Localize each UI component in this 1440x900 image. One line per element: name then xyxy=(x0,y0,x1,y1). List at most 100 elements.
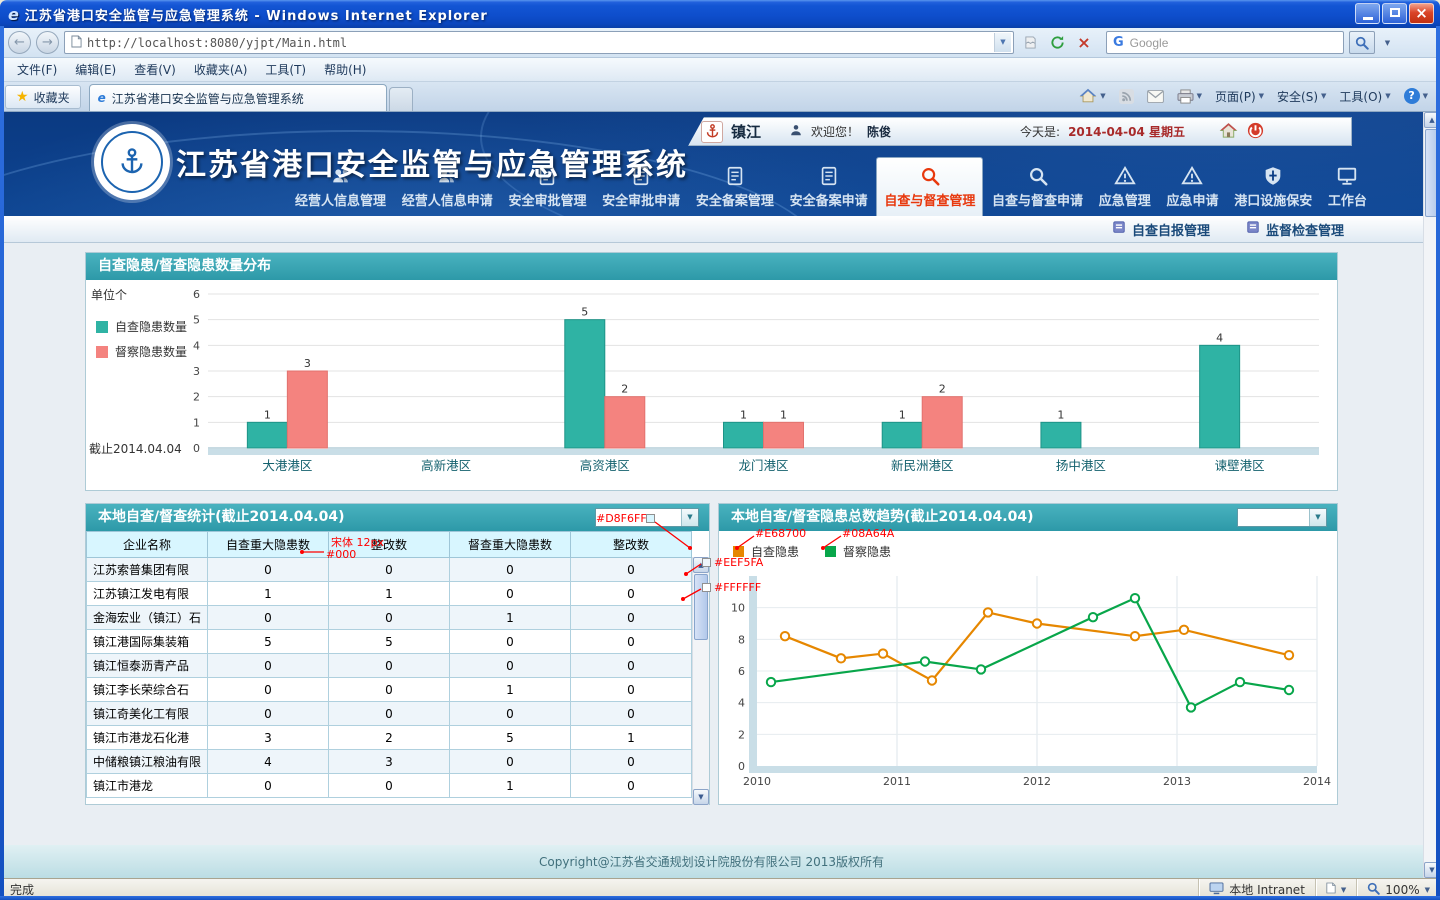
menu-item-5[interactable]: 工具(T) xyxy=(256,58,315,81)
data-point xyxy=(1033,619,1041,627)
bar-segment xyxy=(287,371,327,448)
city-label: 镇江 xyxy=(731,121,761,142)
nav-item-emergency-request[interactable]: 应急申请 xyxy=(1159,158,1225,216)
scroll-down-icon[interactable]: ▼ xyxy=(1424,862,1440,878)
value-cell: 3 xyxy=(329,750,450,774)
nav-item-self-inspection-supervision-request[interactable]: 自查与督查申请 xyxy=(985,158,1090,216)
home-button[interactable]: ▼ xyxy=(1074,83,1110,109)
line-chart-legend: 自查隐患督察隐患 xyxy=(733,543,891,560)
table-row[interactable]: 江苏索普集团有限0000 xyxy=(87,558,692,582)
x-tick-label: 高资港区 xyxy=(580,458,630,473)
search-input[interactable] xyxy=(1130,36,1341,50)
menu-item-2[interactable]: 编辑(E) xyxy=(66,58,125,81)
search-dropdown-arrow[interactable]: ▼ xyxy=(1380,31,1395,54)
nav-item-self-inspection-supervision-management[interactable]: 自查与督查管理 xyxy=(876,157,983,216)
y-tick-label: 2 xyxy=(738,728,745,741)
scrollbar-thumb[interactable] xyxy=(1425,129,1439,217)
value-cell: 0 xyxy=(329,774,450,798)
company-name-cell: 中储粮镇江粮油有限 xyxy=(87,750,208,774)
menu-item-1[interactable]: 文件(F) xyxy=(8,58,66,81)
table-row[interactable]: 镇江市港龙0010 xyxy=(87,774,692,798)
table-row[interactable]: 金海宏业（镇江）石0010 xyxy=(87,606,692,630)
x-tick-label: 龙门港区 xyxy=(738,458,788,473)
scroll-down-icon[interactable]: ▼ xyxy=(693,789,709,805)
table-row[interactable]: 镇江市港龙石化港3251 xyxy=(87,726,692,750)
table-row[interactable]: 镇江奇美化工有限0000 xyxy=(87,702,692,726)
warning-icon xyxy=(1181,163,1203,187)
forward-button[interactable]: → xyxy=(36,31,59,54)
nav-item-safety-record-management[interactable]: 安全备案管理 xyxy=(689,158,781,216)
value-cell: 0 xyxy=(450,582,571,606)
tab-title: 江苏省港口安全监管与应急管理系统 xyxy=(112,90,304,107)
close-button[interactable]: × xyxy=(1409,3,1434,24)
column-header: 自查重大隐患数 xyxy=(208,532,329,558)
chevron-down-icon[interactable]: ▼ xyxy=(1341,886,1346,894)
nav-item-emergency-management[interactable]: 应急管理 xyxy=(1092,158,1158,216)
table-row[interactable]: 镇江李长荣综合石0010 xyxy=(87,678,692,702)
table-scrollbar[interactable]: ▲ ▼ xyxy=(692,557,709,805)
nav-item-workbench[interactable]: 工作台 xyxy=(1321,158,1374,216)
tab-active[interactable]: e 江苏省港口安全监管与应急管理系统 xyxy=(89,84,387,111)
search-button[interactable] xyxy=(1349,31,1375,54)
value-cell: 0 xyxy=(450,702,571,726)
print-button[interactable]: ▼ xyxy=(1172,85,1207,108)
read-mail-button[interactable] xyxy=(1142,86,1169,107)
table-row[interactable]: 镇江恒泰沥青产品0000 xyxy=(87,654,692,678)
search-box[interactable]: G xyxy=(1106,31,1344,54)
page-menu-button[interactable]: 页面(P)▼ xyxy=(1210,84,1269,109)
minimize-button[interactable] xyxy=(1355,3,1380,24)
nav-item-label: 应急申请 xyxy=(1166,190,1218,209)
tools-menu-button[interactable]: 工具(O)▼ xyxy=(1334,84,1395,109)
subnav-item-supervision-check-management[interactable]: 监督检查管理 xyxy=(1246,220,1344,239)
zoom-control[interactable]: 100% ▼ xyxy=(1356,879,1440,900)
value-cell: 1 xyxy=(450,606,571,630)
scrollbar-thumb[interactable] xyxy=(694,574,708,640)
table-row[interactable]: 镇江港国际集装箱5500 xyxy=(87,630,692,654)
company-name-cell: 江苏镇江发电有限 xyxy=(87,582,208,606)
refresh-button[interactable] xyxy=(1046,32,1068,54)
stop-button[interactable]: × xyxy=(1073,32,1095,54)
scroll-up-icon[interactable]: ▲ xyxy=(1424,112,1440,128)
subnav-item-self-report-management[interactable]: 自查自报管理 xyxy=(1112,220,1210,239)
back-button[interactable]: ← xyxy=(8,31,31,54)
menu-item-6[interactable]: 帮助(H) xyxy=(315,58,375,81)
help-menu-button[interactable]: ?▼ xyxy=(1399,84,1433,108)
data-point xyxy=(879,649,887,657)
home-shortcut-icon[interactable] xyxy=(1219,121,1238,143)
google-logo-icon: G xyxy=(1113,35,1124,50)
compatibility-view-icon[interactable] xyxy=(1019,32,1041,54)
value-cell: 0 xyxy=(450,630,571,654)
safety-menu-button[interactable]: 安全(S)▼ xyxy=(1272,84,1331,109)
data-point xyxy=(837,654,845,662)
new-tab-stub[interactable] xyxy=(389,87,413,111)
bar-value-label: 1 xyxy=(740,408,747,421)
scroll-up-icon[interactable]: ▲ xyxy=(693,557,709,573)
favorites-label: 收藏夹 xyxy=(34,89,70,106)
y-axis-band xyxy=(749,576,757,766)
bar-value-label: 2 xyxy=(621,383,628,396)
address-bar[interactable]: ▼ xyxy=(64,31,1014,54)
nav-item-safety-record-request[interactable]: 安全备案申请 xyxy=(783,158,875,216)
legend-swatch xyxy=(825,546,836,557)
logout-icon[interactable] xyxy=(1246,121,1265,143)
title-bar[interactable]: e 江苏省港口安全监管与应急管理系统 - Windows Internet Ex… xyxy=(0,0,1440,28)
legend-label: 自查隐患 xyxy=(751,543,799,560)
value-cell: 3 xyxy=(208,726,329,750)
menu-item-3[interactable]: 查看(V) xyxy=(125,58,185,81)
value-cell: 0 xyxy=(571,558,692,582)
favorites-button[interactable]: ★ 收藏夹 xyxy=(5,85,81,109)
table-row[interactable]: 江苏镇江发电有限1100 xyxy=(87,582,692,606)
table-row[interactable]: 中储粮镇江粮油有限4300 xyxy=(87,750,692,774)
feeds-button[interactable] xyxy=(1114,85,1139,108)
nav-item-port-facility-security[interactable]: 港口设施保安 xyxy=(1227,158,1319,216)
statistics-filter-dropdown[interactable]: ▼ xyxy=(595,508,699,527)
x-tick-label: 2012 xyxy=(1023,775,1051,788)
menu-item-4[interactable]: 收藏夹(A) xyxy=(185,58,257,81)
page-scrollbar[interactable]: ▲ ▼ xyxy=(1423,112,1440,878)
bar-value-label: 1 xyxy=(780,408,787,421)
address-input[interactable] xyxy=(87,36,989,50)
value-cell: 4 xyxy=(208,750,329,774)
restore-button[interactable] xyxy=(1382,3,1407,24)
trend-filter-dropdown[interactable]: ▼ xyxy=(1237,508,1327,527)
address-dropdown-arrow[interactable]: ▼ xyxy=(994,33,1011,52)
